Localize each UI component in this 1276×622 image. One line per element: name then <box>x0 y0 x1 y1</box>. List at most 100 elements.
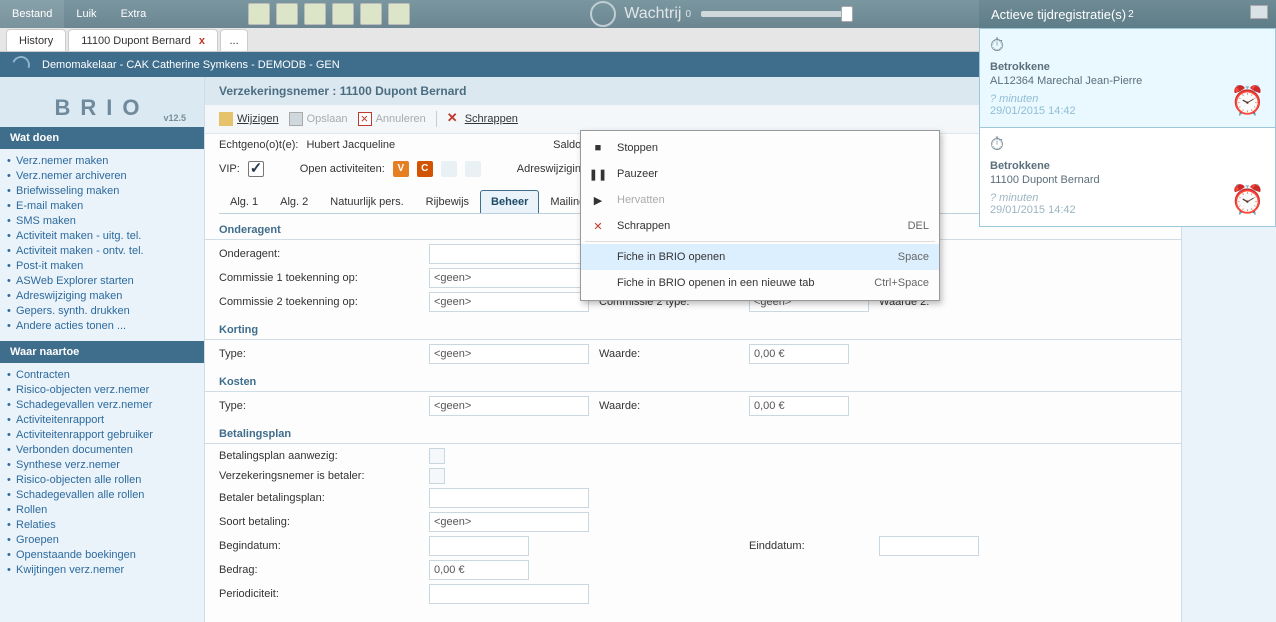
label-vip: VIP: <box>219 163 240 175</box>
sidebar-item[interactable]: Activiteit maken - ontv. tel. <box>0 243 204 258</box>
input-korting-type[interactable]: <geen> <box>429 344 589 364</box>
inner-tab[interactable]: Rijbewijs <box>415 190 480 213</box>
sidebar-item[interactable]: ASWeb Explorer starten <box>0 273 204 288</box>
toolbar-icon-2[interactable] <box>276 3 298 25</box>
label: Commissie 2 toekenning op: <box>219 296 419 308</box>
check-plan-present[interactable] <box>429 448 445 464</box>
input-payer-plan[interactable] <box>429 488 589 508</box>
context-menu-item[interactable]: ■Stoppen <box>581 135 939 161</box>
sidebar-item[interactable]: Activiteitenrapport <box>0 412 204 427</box>
menu-item-label: Stoppen <box>617 142 917 154</box>
context-menu-item[interactable]: ❚❚Pauzeer <box>581 161 939 187</box>
sidebar-item[interactable]: Kwijtingen verz.nemer <box>0 562 204 577</box>
sidebar-item[interactable]: Post-it maken <box>0 258 204 273</box>
alarm-icon: ⏰ <box>1230 84 1265 117</box>
sidebar-item[interactable]: Contracten <box>0 367 204 382</box>
section-betalingsplan: Betalingsplan <box>205 418 1181 444</box>
close-icon[interactable]: x <box>199 35 205 47</box>
timereg-card-2[interactable]: Betrokkene 11100 Dupont Bernard ? minute… <box>979 128 1276 227</box>
tab-dupont[interactable]: 11100 Dupont Bernard x <box>68 29 218 51</box>
toolbar-icon-1[interactable] <box>248 3 270 25</box>
sidebar-item[interactable]: Activiteitenrapport gebruiker <box>0 427 204 442</box>
sidebar-item[interactable]: Andere acties tonen ... <box>0 318 204 333</box>
sidebar-item[interactable]: Schadegevallen alle rollen <box>0 487 204 502</box>
sidebar-item[interactable]: E-mail maken <box>0 198 204 213</box>
label: Waarde: <box>599 400 739 412</box>
input-einddatum[interactable] <box>879 536 979 556</box>
sidebar-item[interactable]: Activiteit maken - uitg. tel. <box>0 228 204 243</box>
sidebar-item[interactable]: Risico-objecten verz.nemer <box>0 382 204 397</box>
action-label: Opslaan <box>307 113 348 125</box>
input-korting-waarde[interactable]: 0,00 € <box>749 344 849 364</box>
action-delete[interactable]: Schrappen <box>447 112 518 126</box>
menu-bestand[interactable]: Bestand <box>0 0 64 28</box>
label-spouse: Echtgeno(o)t(e): <box>219 139 298 151</box>
slider-knob[interactable] <box>841 6 853 22</box>
badge-blank-1[interactable] <box>441 161 457 177</box>
context-menu-item[interactable]: Fiche in BRIO openenSpace <box>581 244 939 270</box>
badge-c[interactable]: C <box>417 161 433 177</box>
context-menu-item[interactable]: Fiche in BRIO openen in een nieuwe tabCt… <box>581 270 939 296</box>
toolbar-icon-3[interactable] <box>304 3 326 25</box>
toolbar-icon-6[interactable] <box>388 3 410 25</box>
sidebar-item[interactable]: Briefwisseling maken <box>0 183 204 198</box>
sidebar-item[interactable]: SMS maken <box>0 213 204 228</box>
menu-luik[interactable]: Luik <box>64 0 108 28</box>
inner-tab[interactable]: Beheer <box>480 190 539 213</box>
queue-label: Wachtrij <box>624 5 681 23</box>
edit-icon <box>219 112 233 126</box>
inner-tab[interactable]: Alg. 2 <box>269 190 319 213</box>
inner-tab[interactable]: Natuurlijk pers. <box>319 190 414 213</box>
context-menu-item: ▶Hervatten <box>581 187 939 213</box>
sidebar-item[interactable]: Schadegevallen verz.nemer <box>0 397 204 412</box>
context-menu-item[interactable]: ✕SchrappenDEL <box>581 213 939 239</box>
sidebar-item[interactable]: Verz.nemer maken <box>0 153 204 168</box>
sidebar-item[interactable]: Relaties <box>0 517 204 532</box>
context-menu: ■Stoppen❚❚Pauzeer▶Hervatten✕SchrappenDEL… <box>580 130 940 301</box>
check-is-payer[interactable] <box>429 468 445 484</box>
tab-add-label: ... <box>229 35 238 47</box>
input-kosten-type[interactable]: <geen> <box>429 396 589 416</box>
tab-history[interactable]: History <box>6 29 66 51</box>
input-comm1-toek[interactable]: <geen> <box>429 268 589 288</box>
sidebar-item[interactable]: Adreswijziging maken <box>0 288 204 303</box>
action-edit[interactable]: Wijzigen <box>219 112 279 126</box>
menu-item-shortcut: Ctrl+Space <box>874 277 929 289</box>
badge-blank-2[interactable] <box>465 161 481 177</box>
sidebar-item[interactable]: Verz.nemer archiveren <box>0 168 204 183</box>
timereg-header[interactable]: Actieve tijdregistratie(s) 2 <box>979 0 1276 28</box>
badge-v[interactable]: V <box>393 161 409 177</box>
sidebar-item[interactable]: Rollen <box>0 502 204 517</box>
gear-icon[interactable] <box>590 1 616 27</box>
minimize-icon[interactable] <box>1250 5 1268 19</box>
inner-tab[interactable]: Alg. 1 <box>219 190 269 213</box>
menu-item-shortcut: DEL <box>908 220 929 232</box>
timereg-title: Actieve tijdregistratie(s) <box>991 7 1126 22</box>
toolbar-icon-4[interactable] <box>332 3 354 25</box>
refresh-icon[interactable] <box>9 53 33 77</box>
input-soort[interactable]: <geen> <box>429 512 589 532</box>
menu-item-label: Fiche in BRIO openen <box>617 251 886 263</box>
label: Onderagent: <box>219 248 419 260</box>
sidebar-item[interactable]: Gepers. synth. drukken <box>0 303 204 318</box>
input-onderagent[interactable] <box>429 244 589 264</box>
vip-checkbox[interactable] <box>248 161 264 177</box>
tab-label: 11100 Dupont Bernard <box>81 35 191 47</box>
queue-slider[interactable] <box>701 11 851 17</box>
timereg-card-1[interactable]: Betrokkene AL12364 Marechal Jean-Pierre … <box>979 28 1276 128</box>
menu-extra[interactable]: Extra <box>109 0 159 28</box>
input-begindatum[interactable] <box>429 536 529 556</box>
sidebar-item[interactable]: Verbonden documenten <box>0 442 204 457</box>
sidebar-item[interactable]: Risico-objecten alle rollen <box>0 472 204 487</box>
input-kosten-waarde[interactable]: 0,00 € <box>749 396 849 416</box>
input-bedrag[interactable]: 0,00 € <box>429 560 529 580</box>
sidebar-item[interactable]: Openstaande boekingen <box>0 547 204 562</box>
tab-add[interactable]: ... <box>220 29 248 51</box>
input-comm2-toek[interactable]: <geen> <box>429 292 589 312</box>
label-open-act: Open activiteiten: <box>300 163 385 175</box>
sidebar-item[interactable]: Groepen <box>0 532 204 547</box>
toolbar-icon-5[interactable] <box>360 3 382 25</box>
sidebar-item[interactable]: Synthese verz.nemer <box>0 457 204 472</box>
input-periodiciteit[interactable] <box>429 584 589 604</box>
stopwatch-icon <box>990 35 1020 57</box>
